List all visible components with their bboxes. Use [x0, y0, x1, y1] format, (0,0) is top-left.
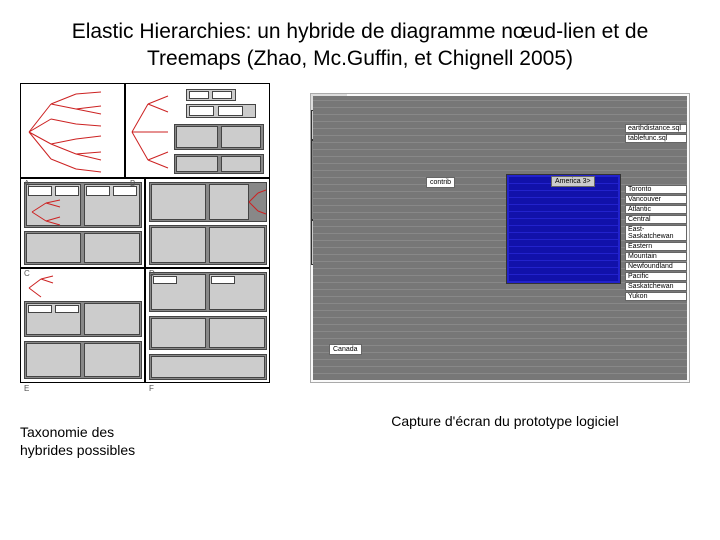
node-canada: Canada [329, 344, 362, 355]
label-d: D [149, 269, 155, 278]
quadrant-a [20, 83, 125, 178]
treemap-contrib [311, 140, 431, 220]
node-contrib: contrib [426, 177, 455, 188]
prototype-figure: postgres lib share 3> contrib timezone 4… [310, 83, 700, 459]
slide-title: Elastic Hierarchies: un hybride de diagr… [0, 0, 720, 83]
quadrant-d [145, 178, 270, 268]
quadrant-f [145, 268, 270, 383]
label-e: E [24, 384, 29, 393]
label-f: F [149, 384, 154, 393]
label-b: B [130, 179, 135, 188]
quadrant-e [20, 268, 145, 383]
quadrant-c [20, 178, 145, 268]
caption-taxonomy: Taxonomie des hybrides possibles [20, 423, 290, 459]
label-a: A [24, 179, 29, 188]
quadrant-b [125, 83, 270, 178]
caption-prototype: Capture d'écran du prototype logiciel [310, 413, 700, 429]
treemap-america [506, 174, 621, 284]
label-c: C [24, 269, 30, 278]
node-america: America 3> [551, 176, 595, 187]
taxonomy-figure: A B C D E F Taxonomie des hybrides possi… [20, 83, 290, 459]
right-label-list: earthdistance.sql tablefunc.sql Toronto … [625, 124, 687, 302]
